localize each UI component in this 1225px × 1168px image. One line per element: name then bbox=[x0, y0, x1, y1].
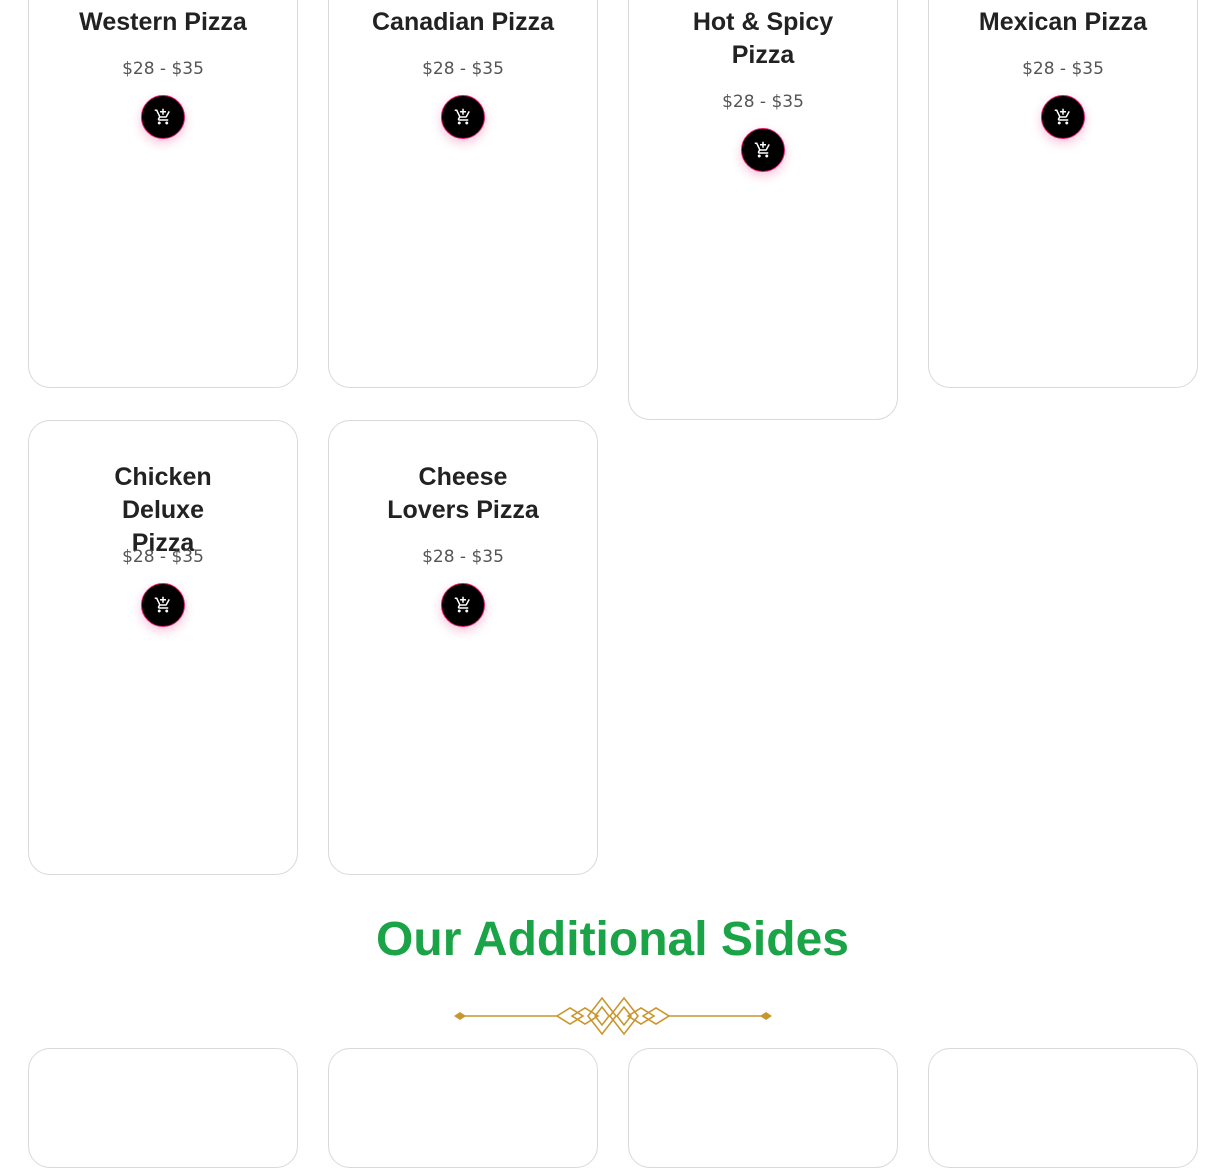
side-card[interactable] bbox=[928, 1048, 1198, 1168]
gold-divider-ornament-icon bbox=[454, 996, 772, 1036]
product-name[interactable]: Western Pizza bbox=[29, 6, 297, 39]
product-name[interactable]: Mexican Pizza bbox=[929, 6, 1197, 39]
product-card-western-pizza[interactable]: Western Pizza $28 - $35 bbox=[28, 0, 298, 388]
product-name[interactable]: Hot & Spicy Pizza bbox=[629, 6, 897, 72]
add-to-cart-button[interactable] bbox=[141, 95, 185, 139]
add-to-cart-icon bbox=[454, 108, 470, 125]
side-card[interactable] bbox=[28, 1048, 298, 1168]
product-price: $28 - $35 bbox=[122, 59, 204, 79]
add-to-cart-icon bbox=[754, 141, 770, 158]
product-name[interactable]: Canadian Pizza bbox=[329, 6, 597, 39]
side-card[interactable] bbox=[328, 1048, 598, 1168]
product-price: $28 - $35 bbox=[1022, 59, 1104, 79]
product-price: $28 - $35 bbox=[122, 547, 204, 567]
add-to-cart-button[interactable] bbox=[441, 583, 485, 627]
add-to-cart-icon bbox=[154, 108, 170, 125]
product-price: $28 - $35 bbox=[422, 59, 504, 79]
product-price: $28 - $35 bbox=[422, 547, 504, 567]
side-card[interactable] bbox=[628, 1048, 898, 1168]
add-to-cart-button[interactable] bbox=[141, 583, 185, 627]
section-title-additional-sides: Our Additional Sides bbox=[376, 913, 849, 966]
product-card-hot-spicy-pizza[interactable]: Hot & Spicy Pizza $28 - $35 bbox=[628, 0, 898, 420]
add-to-cart-button[interactable] bbox=[1041, 95, 1085, 139]
product-card-mexican-pizza[interactable]: Mexican Pizza $28 - $35 bbox=[928, 0, 1198, 388]
product-card-chicken-deluxe-pizza[interactable]: Chicken Deluxe Pizza $28 - $35 bbox=[28, 420, 298, 875]
add-to-cart-icon bbox=[1054, 108, 1070, 125]
product-name[interactable]: Cheese Lovers Pizza bbox=[329, 461, 597, 527]
add-to-cart-icon bbox=[154, 596, 170, 613]
product-price: $28 - $35 bbox=[722, 92, 804, 112]
product-card-canadian-pizza[interactable]: Canadian Pizza $28 - $35 bbox=[328, 0, 598, 388]
add-to-cart-button[interactable] bbox=[741, 128, 785, 172]
add-to-cart-button[interactable] bbox=[441, 95, 485, 139]
product-card-cheese-lovers-pizza[interactable]: Cheese Lovers Pizza $28 - $35 bbox=[328, 420, 598, 875]
product-name[interactable]: Chicken Deluxe Pizza bbox=[29, 461, 297, 560]
add-to-cart-icon bbox=[454, 596, 470, 613]
